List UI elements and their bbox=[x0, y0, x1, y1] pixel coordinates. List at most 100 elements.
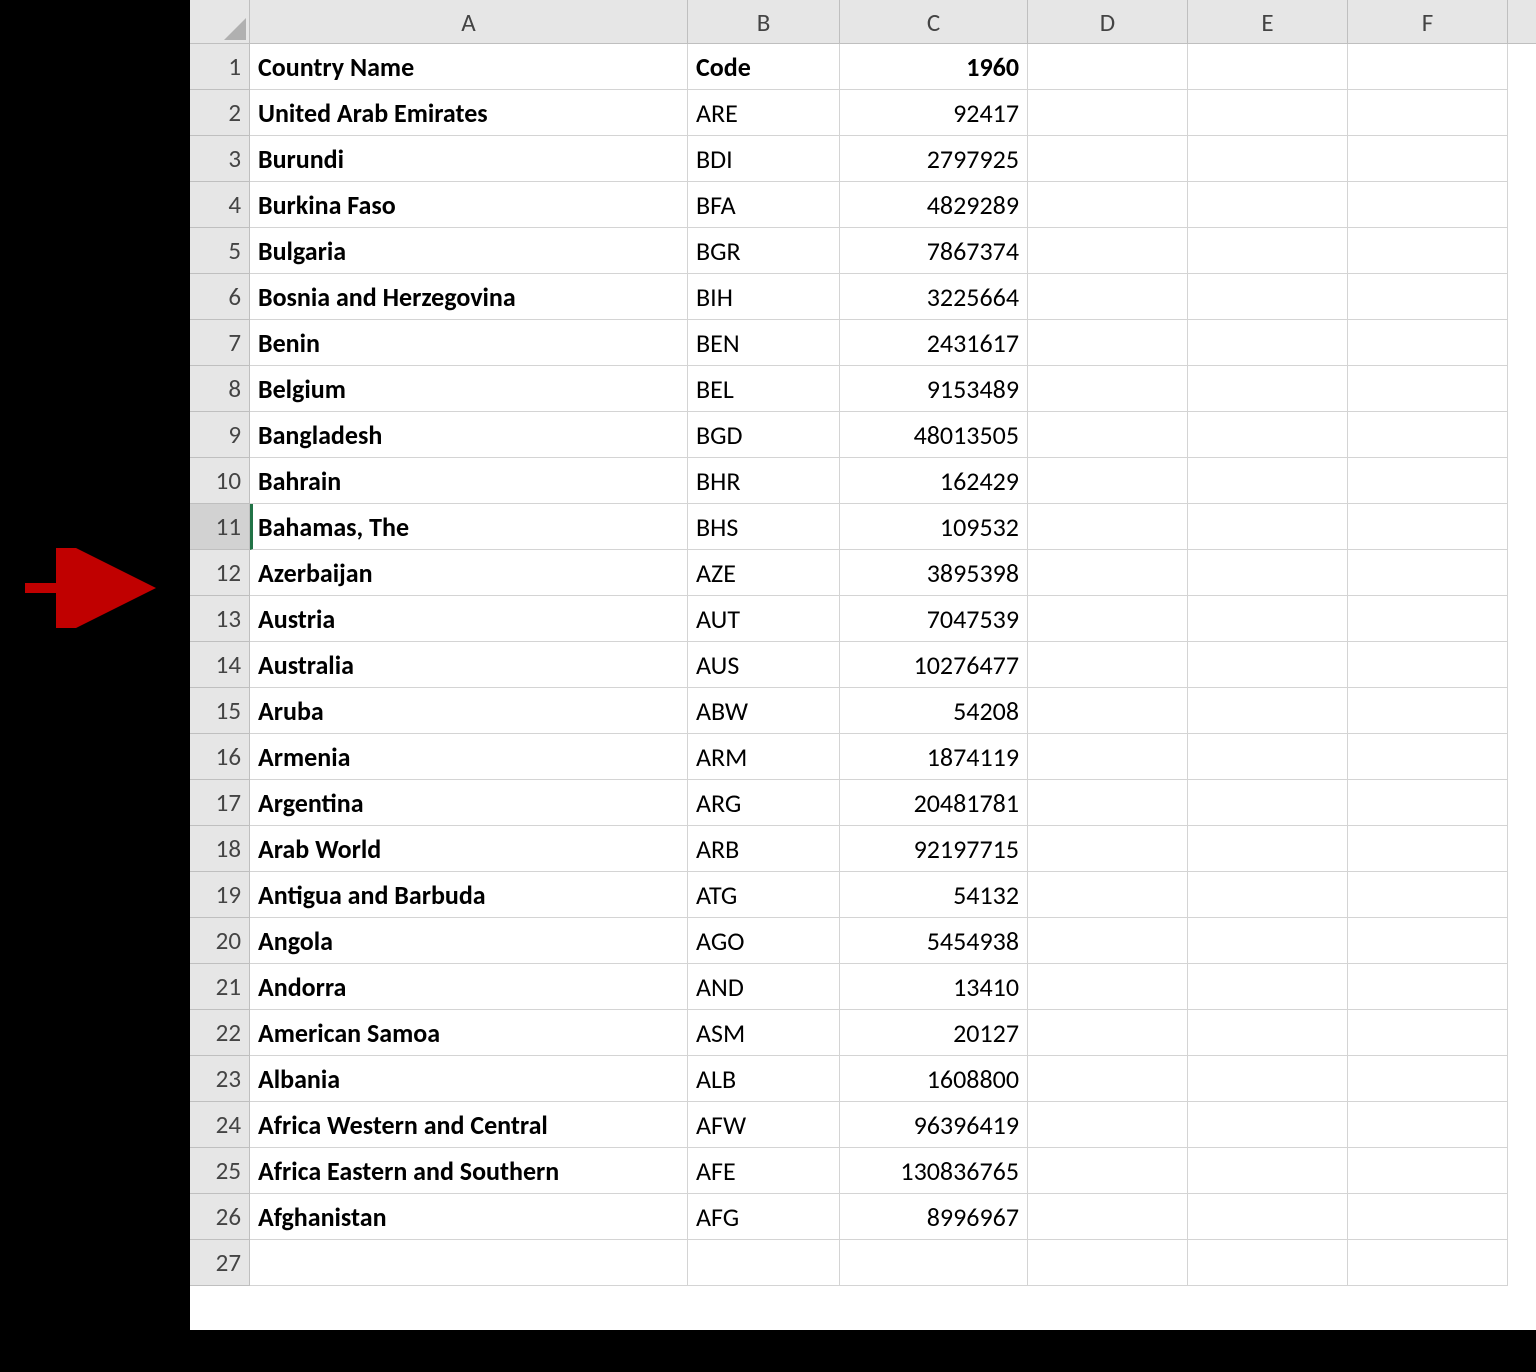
cell-D8[interactable] bbox=[1028, 366, 1188, 412]
cell-D20[interactable] bbox=[1028, 918, 1188, 964]
cell-A25[interactable]: Africa Eastern and Southern bbox=[250, 1148, 688, 1194]
cell-F13[interactable] bbox=[1348, 596, 1508, 642]
cell-C14[interactable]: 10276477 bbox=[840, 642, 1028, 688]
cell-D23[interactable] bbox=[1028, 1056, 1188, 1102]
cell-F14[interactable] bbox=[1348, 642, 1508, 688]
row-header-17[interactable]: 17 bbox=[190, 780, 249, 826]
cell-A9[interactable]: Bangladesh bbox=[250, 412, 688, 458]
cell-D12[interactable] bbox=[1028, 550, 1188, 596]
cell-B13[interactable]: AUT bbox=[688, 596, 840, 642]
row-header-22[interactable]: 22 bbox=[190, 1010, 249, 1056]
cell-A17[interactable]: Argentina bbox=[250, 780, 688, 826]
cell-E3[interactable] bbox=[1188, 136, 1348, 182]
column-header-B[interactable]: B bbox=[688, 0, 840, 44]
cell-E1[interactable] bbox=[1188, 44, 1348, 90]
cell-B12[interactable]: AZE bbox=[688, 550, 840, 596]
cell-E18[interactable] bbox=[1188, 826, 1348, 872]
cell-C5[interactable]: 7867374 bbox=[840, 228, 1028, 274]
cell-C3[interactable]: 2797925 bbox=[840, 136, 1028, 182]
cell-A24[interactable]: Africa Western and Central bbox=[250, 1102, 688, 1148]
cell-E26[interactable] bbox=[1188, 1194, 1348, 1240]
cell-F8[interactable] bbox=[1348, 366, 1508, 412]
cell-C20[interactable]: 5454938 bbox=[840, 918, 1028, 964]
cell-E10[interactable] bbox=[1188, 458, 1348, 504]
cell-A20[interactable]: Angola bbox=[250, 918, 688, 964]
cell-D26[interactable] bbox=[1028, 1194, 1188, 1240]
cell-E20[interactable] bbox=[1188, 918, 1348, 964]
cell-E15[interactable] bbox=[1188, 688, 1348, 734]
column-header-A[interactable]: A bbox=[250, 0, 688, 44]
cell-A11[interactable]: Bahamas, The bbox=[250, 504, 688, 550]
cell-E21[interactable] bbox=[1188, 964, 1348, 1010]
cell-B22[interactable]: ASM bbox=[688, 1010, 840, 1056]
cell-A2[interactable]: United Arab Emirates bbox=[250, 90, 688, 136]
cell-B10[interactable]: BHR bbox=[688, 458, 840, 504]
cell-B15[interactable]: ABW bbox=[688, 688, 840, 734]
cell-D22[interactable] bbox=[1028, 1010, 1188, 1056]
cell-A16[interactable]: Armenia bbox=[250, 734, 688, 780]
cell-D7[interactable] bbox=[1028, 320, 1188, 366]
cell-A5[interactable]: Bulgaria bbox=[250, 228, 688, 274]
row-header-3[interactable]: 3 bbox=[190, 136, 249, 182]
cell-C11[interactable]: 109532 bbox=[840, 504, 1028, 550]
cell-D25[interactable] bbox=[1028, 1148, 1188, 1194]
cell-E25[interactable] bbox=[1188, 1148, 1348, 1194]
cell-C16[interactable]: 1874119 bbox=[840, 734, 1028, 780]
row-header-19[interactable]: 19 bbox=[190, 872, 249, 918]
cell-F21[interactable] bbox=[1348, 964, 1508, 1010]
cell-D9[interactable] bbox=[1028, 412, 1188, 458]
cell-B8[interactable]: BEL bbox=[688, 366, 840, 412]
cell-F22[interactable] bbox=[1348, 1010, 1508, 1056]
row-header-9[interactable]: 9 bbox=[190, 412, 249, 458]
cell-B7[interactable]: BEN bbox=[688, 320, 840, 366]
cell-E2[interactable] bbox=[1188, 90, 1348, 136]
cell-D24[interactable] bbox=[1028, 1102, 1188, 1148]
row-header-23[interactable]: 23 bbox=[190, 1056, 249, 1102]
row-header-16[interactable]: 16 bbox=[190, 734, 249, 780]
cell-C25[interactable]: 130836765 bbox=[840, 1148, 1028, 1194]
cell-A15[interactable]: Aruba bbox=[250, 688, 688, 734]
cell-D10[interactable] bbox=[1028, 458, 1188, 504]
row-header-20[interactable]: 20 bbox=[190, 918, 249, 964]
cell-B3[interactable]: BDI bbox=[688, 136, 840, 182]
cell-B4[interactable]: BFA bbox=[688, 182, 840, 228]
cell-C13[interactable]: 7047539 bbox=[840, 596, 1028, 642]
cell-F7[interactable] bbox=[1348, 320, 1508, 366]
cell-F17[interactable] bbox=[1348, 780, 1508, 826]
cell-F25[interactable] bbox=[1348, 1148, 1508, 1194]
cell-C8[interactable]: 9153489 bbox=[840, 366, 1028, 412]
cell-F5[interactable] bbox=[1348, 228, 1508, 274]
row-header-11[interactable]: 11 bbox=[190, 504, 249, 550]
cell-F4[interactable] bbox=[1348, 182, 1508, 228]
cell-C27[interactable] bbox=[840, 1240, 1028, 1286]
cell-A23[interactable]: Albania bbox=[250, 1056, 688, 1102]
cell-E5[interactable] bbox=[1188, 228, 1348, 274]
row-header-27[interactable]: 27 bbox=[190, 1240, 249, 1286]
cell-B16[interactable]: ARM bbox=[688, 734, 840, 780]
cell-A1[interactable]: Country Name bbox=[250, 44, 688, 90]
cell-F23[interactable] bbox=[1348, 1056, 1508, 1102]
cell-A22[interactable]: American Samoa bbox=[250, 1010, 688, 1056]
cell-B23[interactable]: ALB bbox=[688, 1056, 840, 1102]
column-header-E[interactable]: E bbox=[1188, 0, 1348, 44]
cell-E11[interactable] bbox=[1188, 504, 1348, 550]
cell-F6[interactable] bbox=[1348, 274, 1508, 320]
row-header-2[interactable]: 2 bbox=[190, 90, 249, 136]
cell-A8[interactable]: Belgium bbox=[250, 366, 688, 412]
cell-D15[interactable] bbox=[1028, 688, 1188, 734]
cell-F26[interactable] bbox=[1348, 1194, 1508, 1240]
cell-C24[interactable]: 96396419 bbox=[840, 1102, 1028, 1148]
cell-B24[interactable]: AFW bbox=[688, 1102, 840, 1148]
cell-E7[interactable] bbox=[1188, 320, 1348, 366]
cell-F20[interactable] bbox=[1348, 918, 1508, 964]
cell-B6[interactable]: BIH bbox=[688, 274, 840, 320]
cell-C26[interactable]: 8996967 bbox=[840, 1194, 1028, 1240]
row-header-4[interactable]: 4 bbox=[190, 182, 249, 228]
cell-A18[interactable]: Arab World bbox=[250, 826, 688, 872]
row-header-21[interactable]: 21 bbox=[190, 964, 249, 1010]
cell-F12[interactable] bbox=[1348, 550, 1508, 596]
row-header-10[interactable]: 10 bbox=[190, 458, 249, 504]
cell-B14[interactable]: AUS bbox=[688, 642, 840, 688]
cell-F11[interactable] bbox=[1348, 504, 1508, 550]
cell-E19[interactable] bbox=[1188, 872, 1348, 918]
